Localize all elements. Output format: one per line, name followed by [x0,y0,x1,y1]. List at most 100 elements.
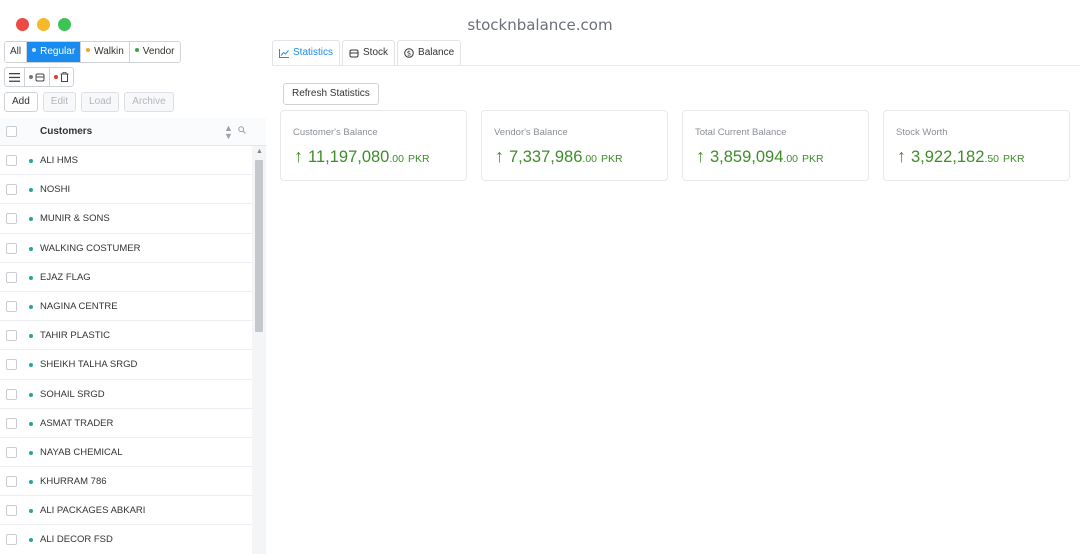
stat-value-fraction: .00 [783,153,799,165]
filter-regular[interactable]: Regular [27,42,82,62]
customer-name: MUNIR & SONS [40,213,110,225]
customer-name: ASMAT TRADER [40,417,114,429]
status-dot-icon [29,392,33,397]
status-dot-icon [29,246,33,251]
table-row[interactable]: NAYAB CHEMICAL [0,438,252,468]
table-row[interactable]: SHEIKH TALHA SRGD [0,350,252,380]
archive-button[interactable]: Archive [124,92,174,112]
stat-label: Customer's Balance [293,127,378,138]
statistics-cards: Customer's Balance ↑ 11,197,080.00 PKR Vendo… [280,110,1070,181]
customers-column-header[interactable]: Customers [40,126,92,137]
row-checkbox[interactable] [6,300,17,312]
table-row[interactable]: WALKING COSTUMER [0,234,252,263]
customer-type-filter: All Regular Walkin Vendor [4,41,181,63]
row-checkbox[interactable] [6,155,17,166]
trash-filter-button[interactable] [50,68,73,86]
stat-value: ↑ 11,197,080.00 PKR [294,146,430,167]
stat-label: Vendor's Balance [494,127,568,138]
filter-vendor[interactable]: Vendor [129,42,180,62]
status-dot-icon [29,421,33,426]
filter-walkin[interactable]: Walkin [81,42,130,62]
tab-stock[interactable]: Stock [342,40,396,66]
row-checkbox[interactable] [6,534,17,546]
status-dot-icon [29,304,33,309]
row-checkbox[interactable] [6,476,17,488]
scroll-up-icon[interactable]: ▲ [256,148,263,155]
regular-dot-icon [32,48,37,53]
status-dot-icon [29,509,33,514]
scrollbar-thumb[interactable] [255,160,263,332]
add-button[interactable]: Add [4,92,38,112]
sort-icon[interactable]: ▲ ▼ [224,124,233,141]
customer-name: ALI DECOR FSD [40,534,113,546]
stat-value-whole: 7,337,986 [509,148,583,166]
row-checkbox[interactable] [6,271,17,283]
table-row[interactable]: EJAZ FLAG [0,263,252,292]
stat-card: Vendor's Balance ↑ 7,337,986.00 PKR [481,110,668,181]
customers-list: ALI HMS NOSHI MUNIR & SONS WALKING COSTUMER… [0,146,252,554]
row-checkbox[interactable] [6,359,17,371]
customer-name: SOHAIL SRGD [40,388,105,400]
dollar-circle-icon: $ [404,48,414,58]
table-row[interactable]: ALI DECOR FSD [0,525,252,554]
stat-card: Stock Worth ↑ 3,922,182.50 PKR [883,110,1070,181]
edit-button[interactable]: Edit [42,92,77,112]
red-dot-icon [54,75,58,79]
table-row[interactable]: NOSHI [0,175,252,205]
filter-all[interactable]: All [5,42,28,62]
tab-statistics[interactable]: Statistics [272,40,341,66]
load-button[interactable]: Load [81,92,120,112]
tab-balance-label: Balance [418,47,455,58]
status-dot-icon [29,363,33,368]
tabs-divider [272,65,1080,66]
list-scrollbar[interactable]: ▲ [252,146,266,554]
row-checkbox[interactable] [6,417,17,429]
stat-value: ↑ 3,859,094.00 PKR [696,147,824,167]
table-row[interactable]: NAGINA CENTRE [0,292,252,322]
status-dot-icon [29,480,33,485]
row-checkbox[interactable] [6,330,17,342]
status-dot-icon [29,217,33,222]
row-checkbox[interactable] [6,388,17,400]
status-dot-icon [29,75,33,79]
dashboard-tabs: Statistics Stock $ Balance [272,40,463,66]
table-row[interactable]: ASMAT TRADER [0,409,252,438]
table-row[interactable]: SOHAIL SRGD [0,380,252,409]
list-view-button[interactable] [5,68,25,86]
status-dot-icon [29,188,33,193]
window-title: stocknbalance.com [467,16,613,34]
filter-regular-label: Regular [40,46,76,57]
row-checkbox[interactable] [6,213,17,225]
stat-currency: PKR [1003,153,1025,165]
stat-value-fraction: .00 [389,153,404,165]
row-checkbox[interactable] [6,242,17,254]
table-row[interactable]: ALI HMS [0,146,252,176]
archive-filter-button[interactable] [25,68,50,86]
table-row[interactable]: MUNIR & SONS [0,204,252,234]
table-row[interactable]: ALI PACKAGES ABKARI [0,496,252,526]
status-dot-icon [29,159,33,163]
customer-actions: Add Edit Load Archive [4,92,174,112]
trash-icon [60,72,69,82]
row-checkbox[interactable] [6,446,17,458]
select-all-checkbox[interactable] [6,126,17,137]
table-row[interactable]: TAHIR PLASTIC [0,321,252,351]
stat-value-whole: 11,197,080 [308,148,390,166]
archive-box-icon [349,49,359,57]
customers-panel: All Regular Walkin Vendor Add Edit Load … [0,40,266,554]
search-icon[interactable] [238,126,246,134]
row-checkbox[interactable] [6,184,17,196]
customer-name: KHURRAM 786 [40,476,107,488]
stat-card: Customer's Balance ↑ 11,197,080.00 PKR [280,110,467,181]
archive-box-icon [35,73,45,81]
filter-walkin-label: Walkin [94,46,124,57]
tab-balance[interactable]: $ Balance [397,40,462,66]
table-row[interactable]: KHURRAM 786 [0,467,252,497]
row-checkbox[interactable] [6,505,17,517]
refresh-statistics-button[interactable]: Refresh Statistics [283,83,379,105]
svg-text:$: $ [407,50,411,58]
arrow-up-icon: ↑ [294,146,303,166]
stat-currency: PKR [407,153,430,165]
status-dot-icon [29,538,33,543]
customers-table-header: Customers ▲ ▼ [0,118,266,146]
